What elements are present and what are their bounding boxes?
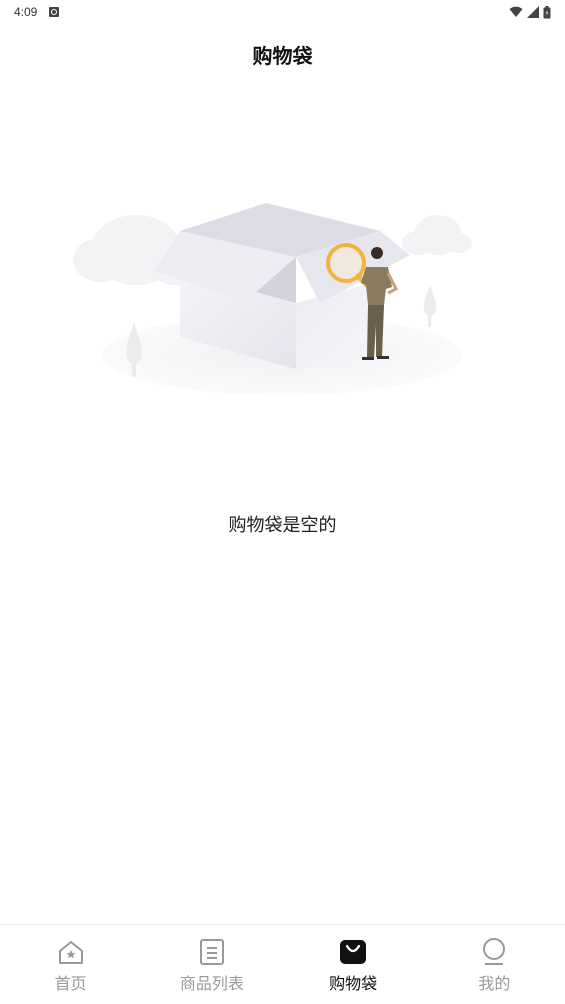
bag-icon	[338, 937, 368, 967]
list-icon	[197, 937, 227, 967]
nav-item-home[interactable]: 首页	[0, 925, 141, 1004]
page-title: 购物袋	[252, 44, 313, 68]
nav-item-profile[interactable]: 我的	[424, 925, 565, 1004]
nav-label-home: 首页	[54, 974, 87, 993]
wifi-icon	[509, 6, 523, 17]
empty-cart-message: 购物袋是空的	[228, 515, 337, 536]
status-right	[509, 5, 551, 19]
status-left: 4:09	[14, 5, 60, 19]
nav-label-bag: 购物袋	[329, 974, 378, 993]
home-icon	[56, 937, 86, 967]
profile-icon	[479, 937, 509, 967]
notification-icon	[49, 7, 60, 17]
empty-cart-illustration	[73, 203, 472, 395]
status-bar: 4:09	[0, 0, 565, 24]
nav-label-product-list: 商品列表	[179, 974, 244, 993]
battery-icon	[543, 5, 551, 18]
bottom-nav: 首页 商品列表 购物袋 我的	[0, 924, 565, 1004]
nav-label-profile: 我的	[478, 974, 511, 993]
cart-screen: 4:09 购物袋 购物袋是空的 首页 商品列表 购物袋 我的	[0, 0, 565, 1004]
nav-item-product-list[interactable]: 商品列表	[141, 925, 282, 1004]
nav-item-bag[interactable]: 购物袋	[283, 925, 424, 1004]
signal-icon	[527, 6, 539, 18]
status-time: 4:09	[14, 5, 38, 19]
